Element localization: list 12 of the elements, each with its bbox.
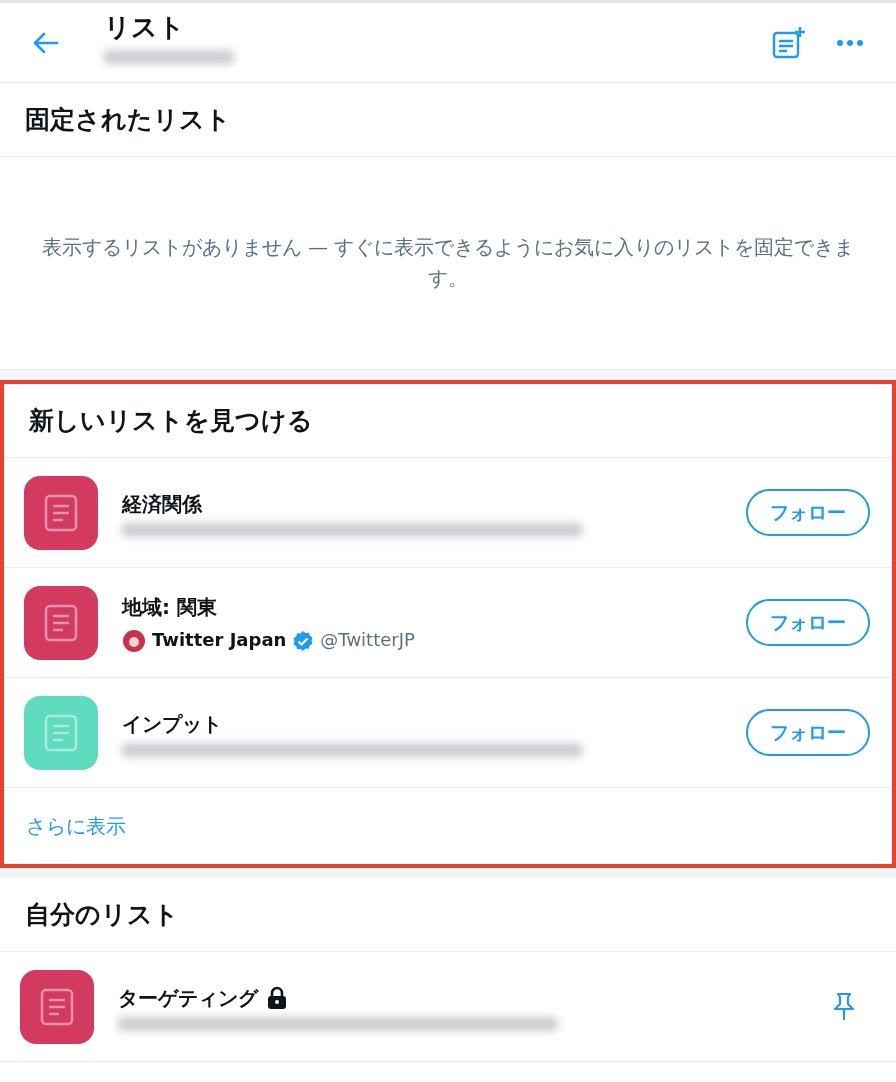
section-heading: 自分のリスト <box>0 878 896 952</box>
back-icon[interactable] <box>33 30 59 55</box>
section-heading: 固定されたリスト <box>0 83 896 157</box>
section-heading: 新しいリストを見つける <box>4 384 892 458</box>
account-handle[interactable]: @TwitterJP <box>320 626 415 653</box>
account-name[interactable]: Twitter Japan <box>152 626 287 653</box>
page-title: リスト <box>104 13 186 42</box>
list-name[interactable]: 経済関係 <box>122 488 202 519</box>
list-name[interactable]: 地域: 関東 <box>122 592 217 622</box>
new-list-icon[interactable] <box>772 25 806 60</box>
list-name[interactable]: ターゲティング <box>118 982 258 1013</box>
list-name[interactable]: インプット <box>122 708 222 739</box>
